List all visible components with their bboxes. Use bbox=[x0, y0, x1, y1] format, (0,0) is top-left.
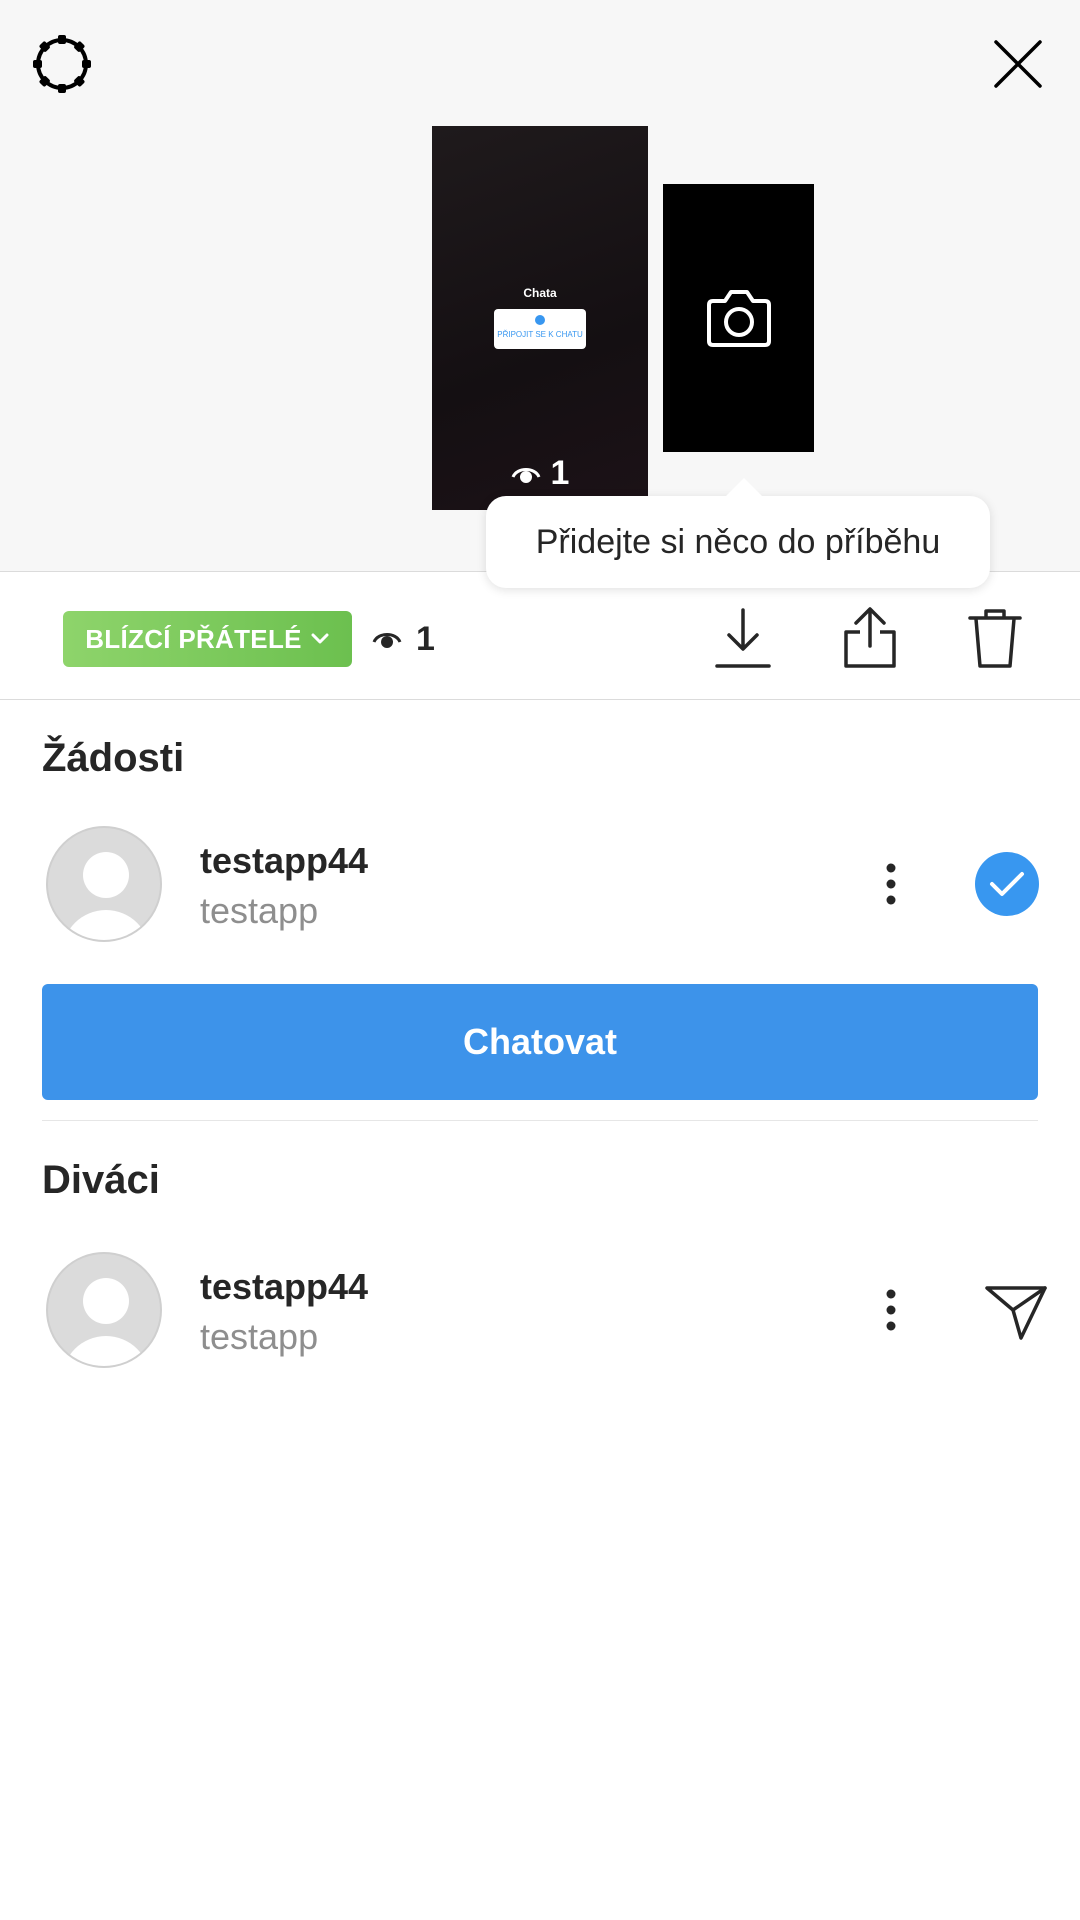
viewers-count-value: 1 bbox=[416, 619, 435, 658]
avatar-body bbox=[62, 1336, 150, 1366]
avatar-head bbox=[83, 852, 129, 898]
viewer-more-button[interactable] bbox=[871, 1280, 911, 1340]
approve-request-button[interactable] bbox=[975, 852, 1039, 916]
request-more-button[interactable] bbox=[871, 854, 911, 914]
viewers-section-title: Diváci bbox=[42, 1158, 160, 1202]
story-thumbnail[interactable]: Chata PŘIPOJIT SE K CHATU 1 bbox=[432, 126, 648, 510]
delete-button[interactable] bbox=[955, 598, 1035, 678]
tooltip-arrow bbox=[724, 478, 764, 498]
eye-icon bbox=[372, 633, 402, 648]
more-vertical-icon bbox=[886, 863, 896, 905]
section-divider bbox=[42, 1120, 1038, 1121]
avatar[interactable] bbox=[46, 826, 162, 942]
avatar-head bbox=[83, 1278, 129, 1324]
story-thumbnail-title: Chata bbox=[523, 286, 557, 300]
request-row[interactable]: testapp44 testapp bbox=[0, 826, 1080, 946]
story-toolbar: BLÍZCÍ PŘÁTELÉ 1 bbox=[0, 572, 1080, 700]
audience-label: BLÍZCÍ PŘÁTELÉ bbox=[85, 623, 302, 654]
more-vertical-icon bbox=[886, 1289, 896, 1331]
story-thumbnail-view-count: 1 bbox=[550, 454, 570, 492]
trash-icon bbox=[968, 609, 1022, 668]
viewer-row[interactable]: testapp44 testapp bbox=[0, 1252, 1080, 1372]
send-message-button[interactable] bbox=[980, 1276, 1052, 1348]
paper-plane-icon bbox=[985, 1286, 1047, 1340]
viewer-fullname: testapp bbox=[200, 1316, 319, 1357]
check-icon bbox=[990, 872, 1024, 896]
story-thumbnail-views: 1 bbox=[432, 454, 648, 493]
settings-button[interactable] bbox=[24, 26, 100, 102]
add-to-story-tile[interactable] bbox=[663, 184, 814, 452]
close-button[interactable] bbox=[980, 28, 1056, 100]
chat-sticker-dot bbox=[535, 315, 545, 325]
story-preview-area: Chata PŘIPOJIT SE K CHATU 1 bbox=[0, 0, 1080, 572]
share-button[interactable] bbox=[830, 598, 910, 678]
close-icon bbox=[994, 40, 1042, 88]
chat-button[interactable]: Chatovat bbox=[42, 984, 1038, 1100]
chat-sticker: PŘIPOJIT SE K CHATU bbox=[494, 309, 586, 349]
avatar[interactable] bbox=[46, 1252, 162, 1368]
close-friends-audience-button[interactable]: BLÍZCÍ PŘÁTELÉ bbox=[63, 611, 352, 667]
gear-icon bbox=[33, 35, 91, 93]
eye-icon bbox=[511, 467, 540, 483]
add-to-story-tooltip[interactable]: Přidejte si něco do příběhu bbox=[486, 496, 990, 588]
camera-icon bbox=[706, 290, 771, 347]
share-icon bbox=[844, 607, 896, 668]
requests-section-title: Žádosti bbox=[42, 736, 185, 780]
request-username[interactable]: testapp44 bbox=[200, 840, 368, 882]
download-icon bbox=[715, 608, 771, 668]
request-fullname: testapp bbox=[200, 890, 319, 931]
chat-sticker-text: PŘIPOJIT SE K CHATU bbox=[497, 330, 583, 339]
viewers-count[interactable]: 1 bbox=[372, 614, 435, 664]
avatar-body bbox=[62, 910, 150, 940]
chevron-down-icon bbox=[311, 633, 329, 644]
viewer-username[interactable]: testapp44 bbox=[200, 1266, 368, 1308]
download-button[interactable] bbox=[703, 598, 783, 678]
